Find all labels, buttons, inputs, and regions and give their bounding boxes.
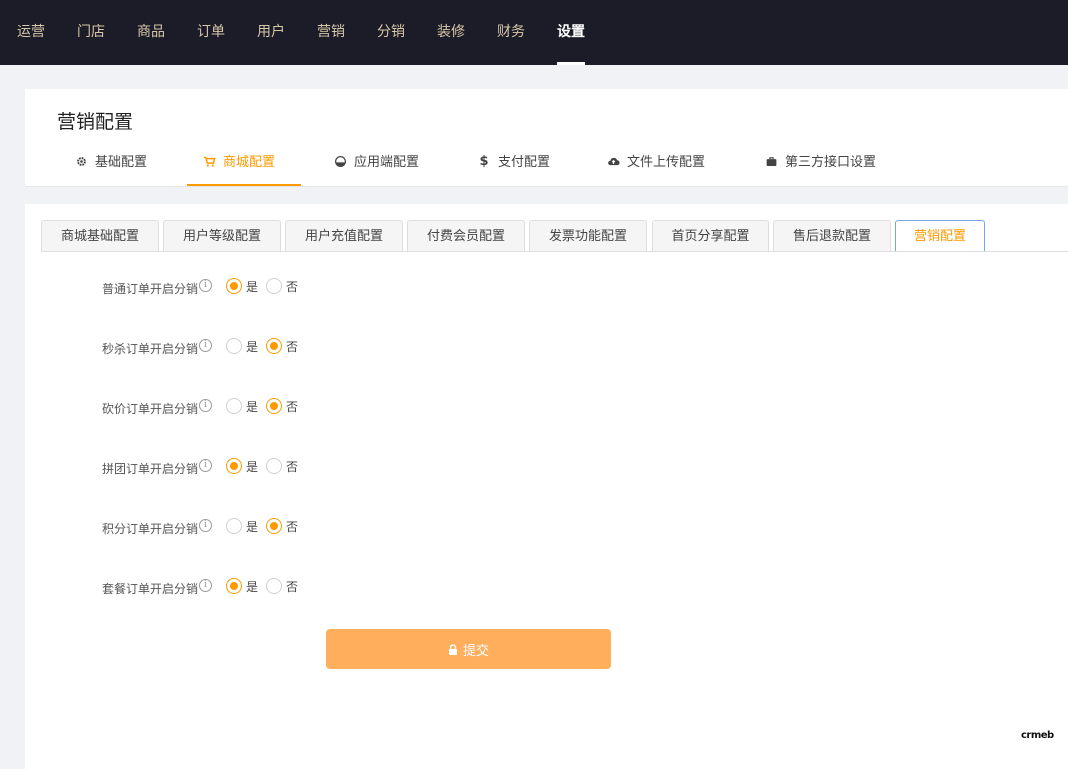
page-header: 营销配置 基础配置 商城配置 应用端配置 $ 支付配置 文件上传配置 第三方接口…: [25, 89, 1068, 187]
section-tab-payment-config[interactable]: $ 支付配置: [476, 151, 550, 186]
form-label: 积分订单开启分销: [101, 522, 198, 536]
radio-yes[interactable]: 是: [226, 457, 258, 475]
radio-no[interactable]: 否: [266, 277, 298, 295]
form-row-points-order: 积分订单开启分销 i 是 否: [25, 517, 425, 537]
radio-circle: [266, 578, 282, 594]
form-label: 秒杀订单开启分销: [101, 342, 198, 356]
gear-icon: [73, 153, 89, 169]
info-icon[interactable]: i: [199, 399, 212, 412]
form-row-seckill-order: 秒杀订单开启分销 i 是 否: [25, 337, 425, 357]
sub-tab-divider: [41, 251, 1068, 252]
lock-icon: [448, 644, 457, 655]
dollar-icon: $: [479, 153, 489, 169]
submit-button[interactable]: 提交: [326, 629, 611, 669]
radio-no[interactable]: 否: [266, 517, 298, 535]
crmeb-logo: crmeb: [1021, 730, 1054, 741]
sub-tab-invoice[interactable]: 发票功能配置: [529, 220, 647, 252]
info-icon[interactable]: i: [199, 459, 212, 472]
top-nav-item-marketing[interactable]: 营销: [317, 0, 345, 65]
sub-tab-user-recharge[interactable]: 用户充值配置: [285, 220, 403, 252]
section-tab-file-upload-config[interactable]: 文件上传配置: [605, 151, 705, 186]
briefcase-icon: [763, 153, 779, 169]
radio-circle: [266, 278, 282, 294]
form-label: 套餐订单开启分销: [101, 582, 198, 596]
page-title: 营销配置: [57, 111, 134, 133]
section-tab-third-party-config[interactable]: 第三方接口设置: [763, 151, 876, 186]
radio-circle: [226, 458, 242, 474]
form-row-package-order: 套餐订单开启分销 i 是 否: [25, 577, 425, 597]
radio-circle: [226, 578, 242, 594]
top-nav-item-operations[interactable]: 运营: [17, 0, 45, 65]
cloud-upload-icon: [605, 153, 621, 169]
section-tab-basic-config[interactable]: 基础配置: [73, 151, 147, 186]
top-nav-item-settings[interactable]: 设置: [557, 0, 585, 65]
radio-yes[interactable]: 是: [226, 277, 258, 295]
form-row-normal-order: 普通订单开启分销 i 是 否: [25, 277, 425, 297]
sub-tab-paid-member[interactable]: 付费会员配置: [407, 220, 525, 252]
info-icon[interactable]: i: [199, 519, 212, 532]
radio-circle: [226, 398, 242, 414]
top-navigation-bar: 运营 门店 商品 订单 用户 营销 分销 装修 财务 设置: [0, 0, 1068, 65]
form-label: 普通订单开启分销: [101, 282, 198, 296]
sub-tab-refund[interactable]: 售后退款配置: [773, 220, 891, 252]
radio-no[interactable]: 否: [266, 457, 298, 475]
sub-tab-home-share[interactable]: 首页分享配置: [652, 220, 769, 252]
radio-circle: [226, 278, 242, 294]
form-row-bargain-order: 砍价订单开启分销 i 是 否: [25, 397, 425, 417]
top-nav-item-finance[interactable]: 财务: [497, 0, 525, 65]
radio-yes[interactable]: 是: [226, 397, 258, 415]
sub-tab-mall-basic[interactable]: 商城基础配置: [41, 220, 159, 252]
radio-circle: [266, 518, 282, 534]
radio-yes[interactable]: 是: [226, 577, 258, 595]
config-panel: 商城基础配置 用户等级配置 用户充值配置 付费会员配置 发票功能配置 首页分享配…: [25, 204, 1068, 769]
radio-circle: [266, 398, 282, 414]
info-icon[interactable]: i: [199, 279, 212, 292]
form-label: 拼团订单开启分销: [101, 462, 198, 476]
top-nav-item-decoration[interactable]: 装修: [437, 0, 465, 65]
top-nav-item-users[interactable]: 用户: [257, 0, 285, 65]
sub-tab-user-level[interactable]: 用户等级配置: [163, 220, 281, 252]
sub-tab-marketing[interactable]: 营销配置: [895, 220, 985, 252]
pie-icon: [332, 153, 348, 169]
radio-no[interactable]: 否: [266, 397, 298, 415]
form-row-group-order: 拼团订单开启分销 i 是 否: [25, 457, 425, 477]
section-tab-app-config[interactable]: 应用端配置: [332, 151, 419, 186]
radio-circle: [266, 458, 282, 474]
top-nav-item-stores[interactable]: 门店: [77, 0, 105, 65]
radio-no[interactable]: 否: [266, 337, 298, 355]
radio-circle: [266, 338, 282, 354]
radio-no[interactable]: 否: [266, 577, 298, 595]
top-nav-item-distribution[interactable]: 分销: [377, 0, 405, 65]
radio-circle: [226, 518, 242, 534]
info-icon[interactable]: i: [199, 579, 212, 592]
radio-circle: [226, 338, 242, 354]
top-nav-item-products[interactable]: 商品: [137, 0, 165, 65]
cart-icon: [201, 153, 217, 169]
radio-yes[interactable]: 是: [226, 517, 258, 535]
form-label: 砍价订单开启分销: [101, 402, 198, 416]
top-nav-item-orders[interactable]: 订单: [197, 0, 225, 65]
info-icon[interactable]: i: [199, 339, 212, 352]
section-tab-mall-config[interactable]: 商城配置: [187, 151, 301, 186]
radio-yes[interactable]: 是: [226, 337, 258, 355]
